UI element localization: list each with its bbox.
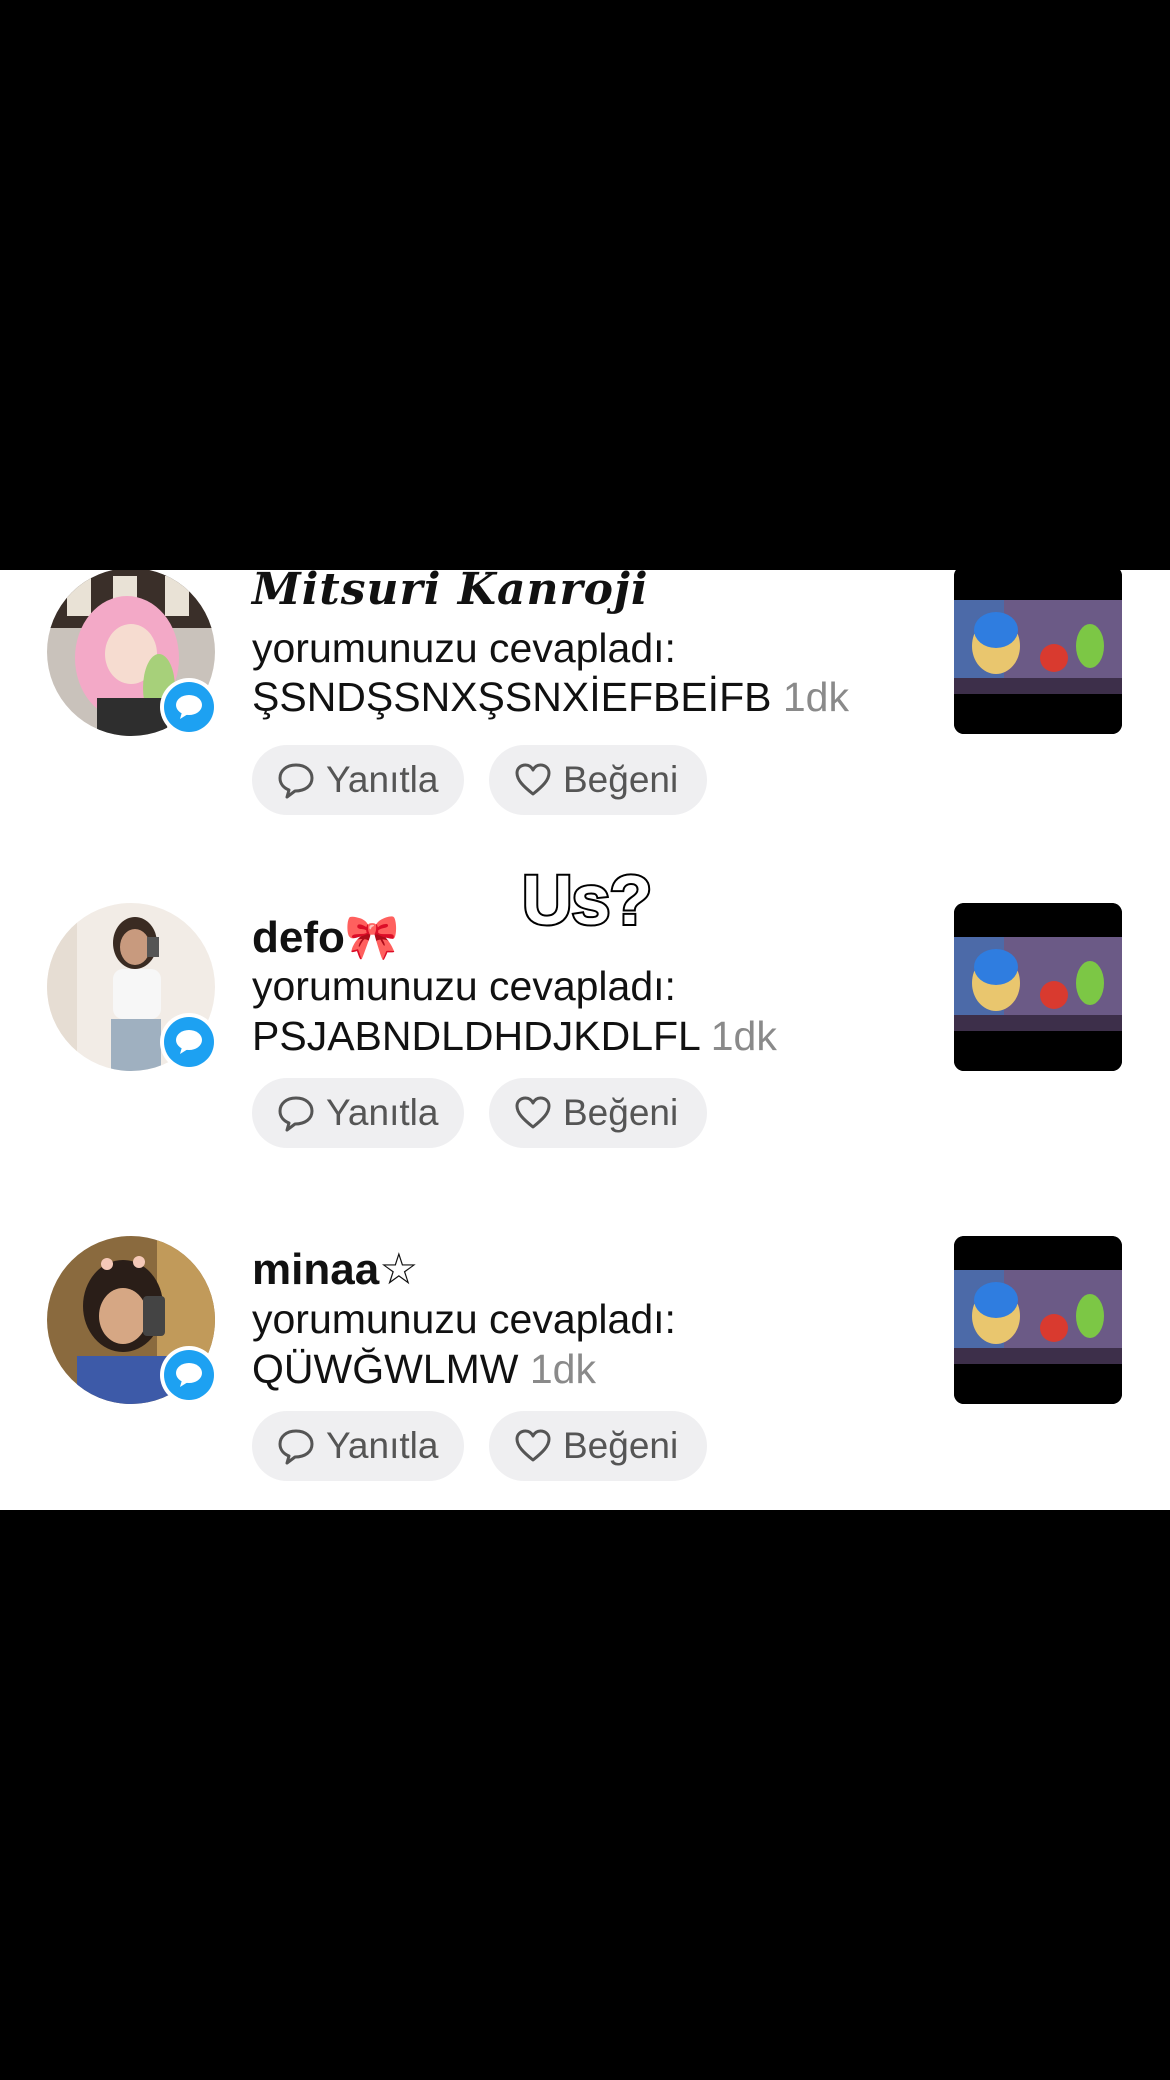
reply-label: Yanıtla — [326, 759, 439, 800]
comment-line: PSJABNDLDHDJKDLFL 1dk — [252, 1013, 777, 1060]
comment-badge — [160, 1013, 218, 1071]
heart-icon — [515, 1429, 551, 1462]
speech-bubble-icon — [278, 763, 314, 799]
username[interactable]: 𝑴𝒊𝒕𝒔𝒖𝒓𝒊 𝑲𝒂𝒏𝒓𝒐𝒋𝒊 — [252, 570, 649, 615]
speech-bubble-icon — [176, 1030, 202, 1054]
notification-row[interactable]: minaa☆ yorumunuzu cevapladı: QÜWĞWLMW 1d… — [0, 1236, 1170, 1496]
reply-button[interactable]: Yanıtla — [252, 1078, 464, 1148]
comment-text: PSJABNDLDHDJKDLFL — [252, 1013, 700, 1059]
like-button[interactable]: Beğeni — [489, 1078, 707, 1148]
speech-bubble-icon — [176, 695, 202, 719]
comment-badge — [160, 1346, 218, 1404]
video-thumbnail[interactable] — [954, 570, 1122, 734]
reply-button[interactable]: Yanıtla — [252, 1411, 464, 1481]
speech-bubble-icon — [278, 1096, 314, 1132]
comment-text: QÜWĞWLMW — [252, 1346, 519, 1392]
comment-line: QÜWĞWLMW 1dk — [252, 1346, 596, 1393]
notification-row[interactable]: 𝑴𝒊𝒕𝒔𝒖𝒓𝒊 𝑲𝒂𝒏𝒓𝒐𝒋𝒊 yorumunuzu cevapladı: ŞS… — [0, 570, 1170, 830]
comment-line: ŞSNDŞSNXŞSNXİEFBEİFB 1dk — [252, 674, 849, 721]
action-text: yorumunuzu cevapladı: — [252, 625, 676, 671]
like-label: Beğeni — [563, 759, 679, 800]
username[interactable]: defo🎀 — [252, 911, 400, 963]
timestamp: 1dk — [782, 674, 849, 720]
username[interactable]: minaa☆ — [252, 1244, 419, 1295]
like-button[interactable]: Beğeni — [489, 1411, 707, 1481]
speech-bubble-icon — [176, 1363, 202, 1387]
like-label: Beğeni — [563, 1092, 679, 1133]
speech-bubble-icon — [278, 1429, 314, 1465]
reply-button[interactable]: Yanıtla — [252, 745, 464, 815]
comment-text: ŞSNDŞSNXŞSNXİEFBEİFB — [252, 674, 772, 720]
comment-badge — [160, 678, 218, 736]
overlay-caption: Us? — [520, 859, 654, 941]
heart-icon — [515, 763, 551, 796]
timestamp: 1dk — [529, 1346, 596, 1392]
timestamp: 1dk — [710, 1013, 777, 1059]
action-text: yorumunuzu cevapladı: — [252, 963, 676, 1009]
notifications-panel: 𝑴𝒊𝒕𝒔𝒖𝒓𝒊 𝑲𝒂𝒏𝒓𝒐𝒋𝒊 yorumunuzu cevapladı: ŞS… — [0, 570, 1170, 1510]
like-button[interactable]: Beğeni — [489, 745, 707, 815]
action-text: yorumunuzu cevapladı: — [252, 1296, 676, 1342]
notification-row[interactable]: defo🎀 yorumunuzu cevapladı: PSJABNDLDHDJ… — [0, 903, 1170, 1163]
video-thumbnail[interactable] — [954, 1236, 1122, 1404]
video-thumbnail[interactable] — [954, 903, 1122, 1071]
heart-icon — [515, 1096, 551, 1129]
like-label: Beğeni — [563, 1425, 679, 1466]
reply-label: Yanıtla — [326, 1092, 439, 1133]
reply-label: Yanıtla — [326, 1425, 439, 1466]
